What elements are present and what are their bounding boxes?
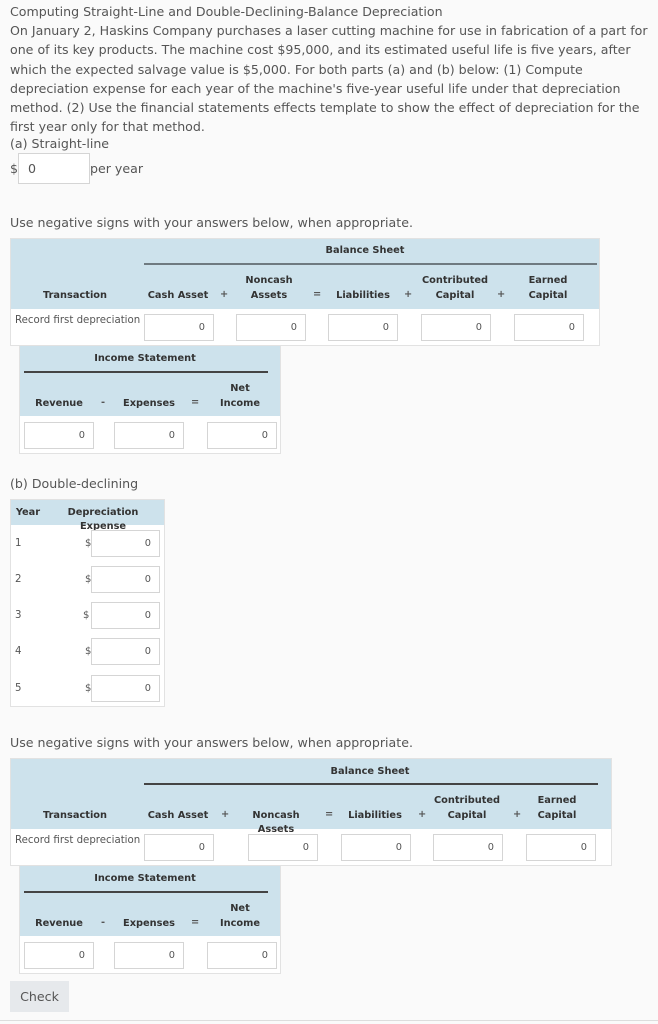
cash-asset-input[interactable]: 0 <box>144 314 214 341</box>
currency-symbol: $ <box>83 610 90 621</box>
header-net-1: Net <box>230 383 250 394</box>
ddb-year-1-input[interactable]: 0 <box>91 530 160 557</box>
header-noncash-1: Noncash <box>245 275 293 286</box>
expenses-input-2[interactable]: 0 <box>114 942 184 969</box>
operator-symbol: + <box>221 809 230 820</box>
header-cash-asset: Cash Asset <box>147 290 209 301</box>
contributed-capital-input-2[interactable]: 0 <box>433 834 503 861</box>
problem-title: Computing Straight-Line and Double-Decli… <box>10 4 443 19</box>
problem-statement: Computing Straight-Line and Double-Decli… <box>10 2 650 136</box>
income-statement-title-2: Income Statement <box>94 873 196 884</box>
year-2: 2 <box>15 574 22 585</box>
header-net-2-1: Net <box>230 903 250 914</box>
header-net-2: Income <box>219 398 260 409</box>
header-revenue: Revenue <box>35 398 83 409</box>
operator-symbol: + <box>404 289 413 300</box>
problem-body: On January 2, Haskins Company purchases … <box>10 23 648 135</box>
row-label-record-first-depreciation: Record first depreciation <box>15 315 141 326</box>
header-cash-asset-2: Cash Asset <box>147 810 209 821</box>
ddb-year-5-input[interactable]: 0 <box>91 675 160 702</box>
header-liabilities-2: Liabilities <box>348 810 402 821</box>
header-rule <box>144 263 597 265</box>
header-earned-2-1: Earned <box>537 795 577 806</box>
cash-asset-input-2[interactable]: 0 <box>144 834 214 861</box>
income-statement-title: Income Statement <box>94 353 196 364</box>
noncash-assets-input-2[interactable]: 0 <box>248 834 318 861</box>
noncash-assets-input[interactable]: 0 <box>236 314 306 341</box>
header-liabilities: Liabilities <box>336 290 390 301</box>
operator-symbol: + <box>497 289 506 300</box>
per-year-label: per year <box>90 161 144 176</box>
net-income-input-2[interactable]: 0 <box>207 942 277 969</box>
part-a-currency: $ <box>10 161 19 176</box>
operator-symbol: + <box>220 289 229 300</box>
operator-symbol: + <box>418 809 427 820</box>
header-revenue-2: Revenue <box>35 918 83 929</box>
header-expenses-2: Expenses <box>123 918 175 929</box>
header-contributed-1: Contributed <box>421 275 489 286</box>
earned-capital-input-2[interactable]: 0 <box>526 834 596 861</box>
ddb-year-3-input[interactable]: 0 <box>91 602 160 629</box>
ddb-year-4-input[interactable]: 0 <box>91 638 160 665</box>
header-contributed-2-1: Contributed <box>433 795 501 806</box>
header-year: Year <box>15 507 41 518</box>
header-rule <box>24 891 268 893</box>
header-transaction: Transaction <box>42 290 108 301</box>
header-rule <box>24 371 268 373</box>
header-earned-2-2: Capital <box>537 810 577 821</box>
header-contributed-2-2: Capital <box>447 810 487 821</box>
part-a-label: (a) Straight-line <box>10 136 110 151</box>
operator-symbol: = <box>313 289 322 300</box>
year-4: 4 <box>15 646 22 657</box>
revenue-input-2[interactable]: 0 <box>24 942 94 969</box>
earned-capital-input[interactable]: 0 <box>514 314 584 341</box>
expenses-input[interactable]: 0 <box>114 422 184 449</box>
year-5: 5 <box>15 683 22 694</box>
divider <box>0 1020 658 1021</box>
year-1: 1 <box>15 538 22 549</box>
operator-symbol: + <box>513 809 522 820</box>
row-label-record-first-depreciation-2: Record first depreciation <box>15 835 141 846</box>
operator-symbol: = <box>191 917 200 928</box>
instruction-text: Use negative signs with your answers bel… <box>10 215 413 230</box>
header-rule <box>144 783 598 785</box>
operator-symbol: - <box>101 917 106 928</box>
year-3: 3 <box>15 610 22 621</box>
header-earned-2: Capital <box>528 290 568 301</box>
header-noncash-assets-2: Noncash Assets <box>252 810 300 835</box>
balance-sheet-title-2: Balance Sheet <box>330 766 410 777</box>
header-earned-1: Earned <box>528 275 568 286</box>
contributed-capital-input[interactable]: 0 <box>421 314 491 341</box>
liabilities-input-2[interactable]: 0 <box>341 834 411 861</box>
header-net-2-2: Income <box>219 918 260 929</box>
operator-symbol: = <box>191 397 200 408</box>
ddb-year-2-input[interactable]: 0 <box>91 566 160 593</box>
header-expenses: Expenses <box>123 398 175 409</box>
liabilities-input[interactable]: 0 <box>328 314 398 341</box>
operator-symbol: = <box>325 809 334 820</box>
part-b-label: (b) Double-declining <box>10 476 139 491</box>
revenue-input[interactable]: 0 <box>24 422 94 449</box>
instruction-text-2: Use negative signs with your answers bel… <box>10 735 413 750</box>
straight-line-input[interactable]: 0 <box>18 153 90 184</box>
header-contributed-2: Capital <box>435 290 475 301</box>
operator-symbol: - <box>101 397 106 408</box>
header-transaction-2: Transaction <box>42 810 108 821</box>
header-noncash-2: Assets <box>250 290 288 301</box>
net-income-input[interactable]: 0 <box>207 422 277 449</box>
balance-sheet-title: Balance Sheet <box>325 245 405 256</box>
check-button[interactable]: Check <box>10 981 69 1012</box>
